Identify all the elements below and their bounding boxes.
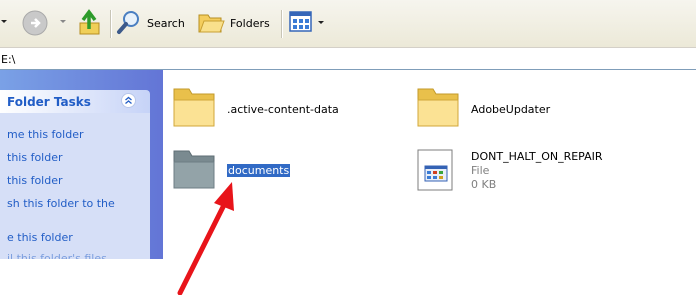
folder-tasks-header[interactable]: Folder Tasks: [0, 90, 150, 113]
publish-folder-link[interactable]: sh this folder to the: [7, 197, 115, 210]
address-bar[interactable]: E:\: [0, 48, 696, 70]
rename-folder-link[interactable]: me this folder: [7, 128, 83, 141]
folders-button-label: Folders: [230, 17, 270, 30]
folders-button[interactable]: Folders: [196, 8, 272, 36]
folders-icon: [198, 14, 225, 33]
views-button[interactable]: [289, 11, 327, 35]
back-history-dropdown-icon[interactable]: [1, 20, 7, 23]
views-icon: [289, 11, 312, 32]
file-name: DONT_HALT_ON_REPAIR: [471, 150, 603, 163]
folder-tasks-title: Folder Tasks: [7, 95, 91, 109]
file-size: 0 KB: [471, 178, 497, 191]
file-item[interactable]: DONT_HALT_ON_REPAIR File 0 KB: [416, 148, 636, 198]
share-folder-link[interactable]: e this folder: [7, 231, 73, 244]
move-folder-link[interactable]: this folder: [7, 151, 63, 164]
task-pane: Folder Tasks me this folder this folder …: [0, 70, 163, 265]
views-dropdown-icon: [318, 21, 324, 24]
search-button-label: Search: [147, 17, 185, 30]
up-button[interactable]: [77, 9, 103, 37]
red-arrow-annotation: [177, 182, 234, 295]
folder-name: AdobeUpdater: [471, 103, 551, 116]
folder-up-icon: [79, 9, 100, 35]
folder-name: .active-content-data: [227, 103, 339, 116]
pane-cutoff: [0, 259, 163, 295]
collapse-section-button[interactable]: [121, 93, 136, 108]
chevron-up-icon: [125, 96, 132, 104]
standard-toolbar: Search Folders: [0, 0, 696, 48]
forward-button[interactable]: [22, 10, 48, 36]
address-input[interactable]: E:\: [1, 53, 15, 66]
folder-item[interactable]: .active-content-data: [172, 86, 372, 130]
folder-icon: [173, 88, 215, 127]
forward-arrow-icon: [22, 10, 48, 36]
file-icon: [417, 149, 453, 191]
search-icon: [117, 11, 139, 34]
folder-icon: [417, 88, 459, 127]
forward-history-dropdown-icon[interactable]: [60, 20, 66, 23]
copy-folder-link[interactable]: this folder: [7, 174, 63, 187]
toolbar-separator: [281, 10, 283, 38]
folder-item[interactable]: AdobeUpdater: [416, 86, 616, 130]
file-type: File: [471, 164, 490, 177]
search-button[interactable]: Search: [116, 8, 192, 36]
toolbar-separator: [110, 10, 112, 38]
folder-tasks-list: me this folder this folder this folder s…: [0, 113, 150, 265]
